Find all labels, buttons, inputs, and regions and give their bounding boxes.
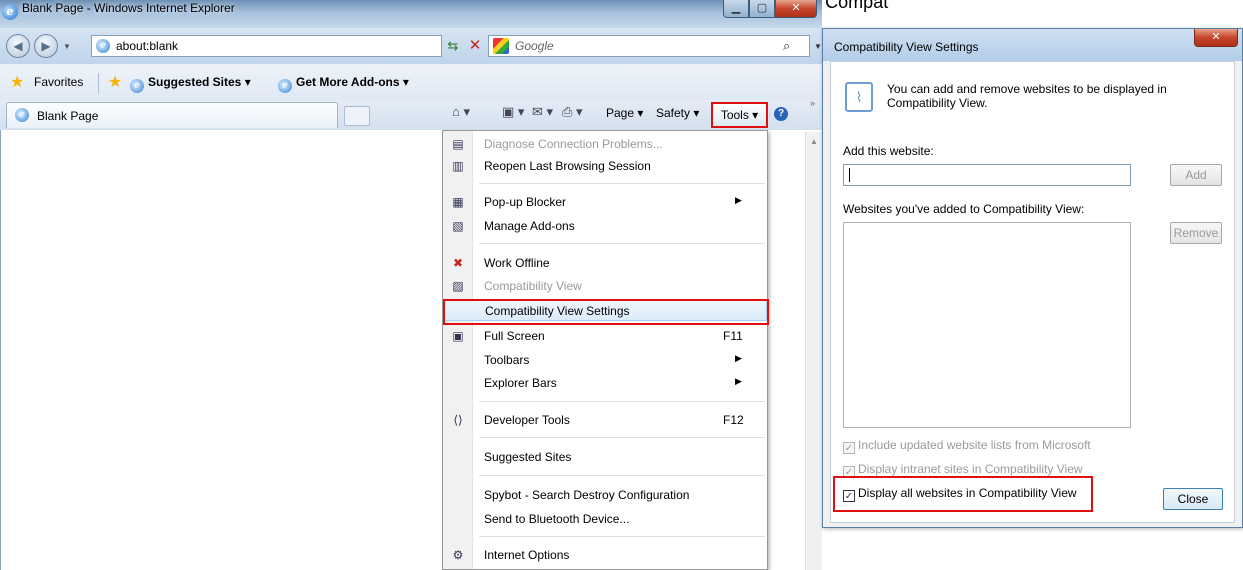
chevron-more-icon[interactable]: » (810, 98, 815, 108)
stop-icon[interactable]: ✕ (464, 36, 486, 56)
search-placeholder: Google (515, 39, 554, 53)
vertical-scrollbar[interactable]: ▲ (805, 132, 822, 570)
highlight-box (443, 299, 769, 325)
menu-item-suggested-sites[interactable]: Suggested Sites (443, 446, 767, 468)
add-website-label: Add this website: (843, 144, 934, 158)
menu-separator (479, 437, 765, 438)
submenu-arrow-icon: ▶ (735, 376, 742, 386)
menu-item-spybot[interactable]: Spybot - Search Destroy Configuration (443, 484, 767, 506)
tab-ie-icon: e (15, 108, 29, 122)
tools-menu-button[interactable]: Tools ▾ (711, 102, 768, 128)
dialog-close-button[interactable]: ✕ (1194, 29, 1238, 47)
menu-separator (479, 183, 765, 184)
menu-item-bluetooth[interactable]: Send to Bluetooth Device... (443, 508, 767, 530)
window-title: Blank Page - Windows Internet Explorer (22, 1, 235, 15)
tab-label: Blank Page (37, 109, 99, 123)
network-icon: ▤ (452, 137, 464, 151)
fav-suggested-sites[interactable]: e Suggested Sites ▾ (130, 75, 251, 93)
back-button[interactable]: ◀ (6, 34, 30, 58)
text-caret (849, 168, 850, 182)
menu-item-explorer-bars[interactable]: Explorer Bars ▶ (443, 372, 767, 394)
include-updated-lists-checkbox[interactable]: ✓ Include updated website lists from Micr… (843, 438, 1091, 454)
dialog-intro: You can add and remove websites to be di… (887, 82, 1167, 110)
options-icon: ⚙ (452, 548, 464, 562)
ie-logo-icon: e (130, 79, 144, 93)
compatibility-view-icon: ⌇ (845, 82, 873, 112)
favorites-bar: ★ Favorites ★ e Suggested Sites ▾ e Get Mo… (0, 64, 822, 100)
window-controls: ▁ ▢ ✕ (723, 0, 817, 18)
checkbox-check-icon: ✓ (843, 442, 855, 454)
menu-item-reopen-session[interactable]: ▥ Reopen Last Browsing Session (443, 155, 767, 177)
ie-page-icon: e (278, 79, 292, 93)
websites-list-label: Websites you've added to Compatibility V… (843, 202, 1085, 216)
compatibility-dialog: Compatibility View Settings ✕ ⌇ You can … (822, 28, 1243, 528)
remove-button[interactable]: Remove (1170, 222, 1222, 244)
menu-item-diagnose[interactable]: ▤ Diagnose Connection Problems... (443, 133, 767, 155)
ie-logo-icon: e (2, 4, 18, 20)
menu-item-full-screen[interactable]: ▣ Full Screen F11 (443, 325, 767, 347)
addons-icon: ▧ (452, 219, 464, 233)
popup-icon: ▦ (452, 195, 464, 209)
dialog-title: Compatibility View Settings (834, 40, 979, 54)
address-bar: ◀ ▶ ▼ e about:blank ▼ ⇆ ✕ Google ⌕ ▼ (0, 28, 822, 64)
menu-item-compatibility-view[interactable]: ▨ Compatibility View (443, 275, 767, 297)
websites-list[interactable] (843, 222, 1131, 428)
feeds-icon[interactable]: ▣ ▾ (502, 104, 524, 120)
fullscreen-icon: ▣ (452, 329, 464, 343)
offline-icon: ✖ (452, 256, 464, 270)
title-bar: e Blank Page - Windows Internet Explorer… (0, 0, 822, 28)
ie-window: e Blank Page - Windows Internet Explorer… (0, 0, 822, 570)
forward-button[interactable]: ▶ (34, 34, 58, 58)
checkbox-highlight-box (833, 476, 1093, 512)
dialog-body: ⌇ You can add and remove websites to be … (830, 61, 1235, 523)
menu-item-work-offline[interactable]: ✖ Work Offline (443, 252, 767, 274)
search-options-icon[interactable]: ▼ (814, 42, 822, 51)
help-icon[interactable]: ? (774, 107, 788, 121)
submenu-arrow-icon: ▶ (735, 195, 742, 205)
menu-item-internet-options[interactable]: ⚙ Internet Options (443, 544, 767, 566)
favorites-divider (98, 73, 99, 93)
menu-separator (479, 401, 765, 402)
menu-item-manage-addons[interactable]: ▧ Manage Add-ons (443, 215, 767, 237)
add-website-input[interactable] (843, 164, 1131, 186)
search-input[interactable]: Google ⌕ (488, 35, 810, 57)
print-icon[interactable]: ⎙ ▾ (562, 104, 583, 120)
maximize-button[interactable]: ▢ (749, 0, 775, 18)
submenu-arrow-icon: ▶ (735, 353, 742, 363)
refresh-icon[interactable]: ⇆ (442, 36, 464, 56)
minimize-button[interactable]: ▁ (723, 0, 749, 18)
menu-item-toolbars[interactable]: Toolbars ▶ (443, 349, 767, 371)
scroll-up-icon[interactable]: ▲ (806, 134, 822, 150)
tab-blank-page[interactable]: e Blank Page (6, 102, 338, 128)
search-icon[interactable]: ⌕ (783, 38, 790, 54)
safety-menu-button[interactable]: Safety ▾ (656, 106, 699, 120)
home-icon[interactable]: ⌂ ▾ (452, 104, 470, 120)
new-tab-button[interactable] (344, 106, 370, 126)
fav-get-more-addons[interactable]: e Get More Add-ons ▾ (278, 75, 409, 93)
page-menu-button[interactable]: Page ▾ (606, 106, 643, 120)
close-dialog-button[interactable]: Close (1163, 488, 1223, 510)
compat-icon: ▨ (452, 279, 464, 293)
devtools-icon: ⟨⟩ (453, 413, 463, 427)
page-icon: e (96, 39, 110, 53)
menu-separator (479, 475, 765, 476)
history-dropdown-icon[interactable]: ▼ (63, 42, 71, 51)
google-logo-icon (493, 38, 509, 54)
favorites-button[interactable]: Favorites (34, 75, 83, 89)
menu-item-compatibility-view-settings[interactable]: Compatibility View Settings (443, 299, 769, 325)
menu-separator (479, 536, 765, 537)
reopen-icon: ▥ (452, 159, 464, 173)
tools-menu: ▤ Diagnose Connection Problems... ▥ Reop… (442, 130, 769, 570)
favorites-star-icon[interactable]: ★ (10, 72, 24, 92)
add-favorite-icon[interactable]: ★ (108, 72, 122, 92)
mail-icon[interactable]: ✉ ▾ (532, 104, 553, 120)
url-field[interactable]: e about:blank ▼ (91, 35, 524, 58)
close-button[interactable]: ✕ (775, 0, 817, 18)
add-button[interactable]: Add (1170, 164, 1222, 186)
menu-separator (479, 243, 765, 244)
dialog-title-bar: Compatibility View Settings ✕ (823, 29, 1242, 61)
menu-item-popup-blocker[interactable]: ▦ Pop-up Blocker ▶ (443, 191, 767, 213)
url-text: about:blank (116, 39, 179, 53)
menu-item-developer-tools[interactable]: ⟨⟩ Developer Tools F12 (443, 409, 767, 431)
